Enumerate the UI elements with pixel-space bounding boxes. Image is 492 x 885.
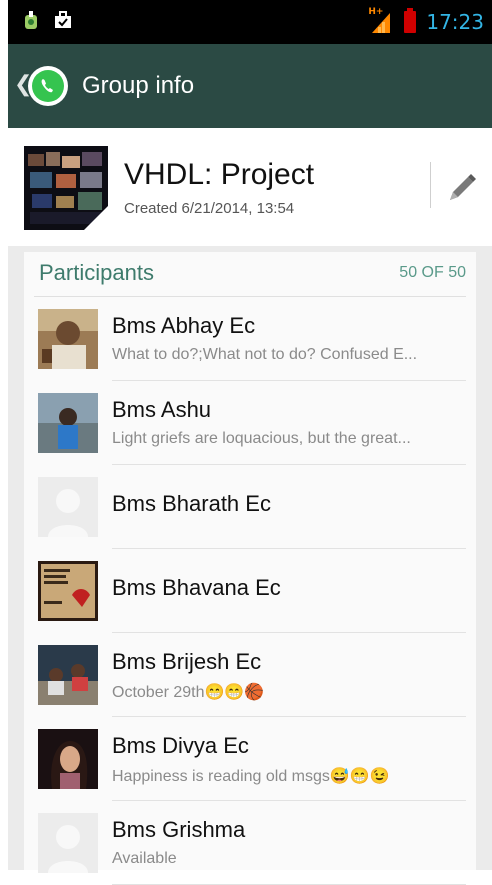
divider: [430, 162, 431, 208]
avatar[interactable]: [38, 561, 98, 621]
download-icon: [25, 11, 37, 29]
group-name: VHDL: Project: [124, 158, 315, 191]
status-icons-left: [22, 10, 72, 30]
participant-name: Bms Abhay Ec: [112, 313, 256, 338]
battery-icon: [404, 8, 417, 33]
network-type-label: H+: [368, 7, 384, 17]
participant-status: Light griefs are loquacious, but the gre…: [112, 430, 411, 447]
list-item[interactable]: Bms Ashu Light griefs are loquacious, bu…: [24, 381, 476, 465]
avatar[interactable]: [38, 645, 98, 705]
avatar[interactable]: [38, 393, 98, 453]
participant-status: What to do?;What not to do? Confused E..…: [112, 346, 418, 363]
list-item[interactable]: Bms Divya Ec Happiness is reading old ms…: [24, 717, 476, 801]
participant-name: Bms Bhavana Ec: [112, 575, 281, 600]
whatsapp-logo[interactable]: [28, 66, 68, 106]
default-avatar-icon[interactable]: [38, 477, 98, 537]
group-photo[interactable]: [24, 146, 108, 230]
avatar[interactable]: [38, 309, 98, 369]
group-created-date: Created 6/21/2014, 13:54: [124, 200, 295, 217]
avatar[interactable]: [38, 729, 98, 789]
group-header: VHDL: Project Created 6/21/2014, 13:54: [8, 128, 492, 247]
status-icons-right: H+ 17:23: [368, 0, 484, 44]
list-item[interactable]: Bms Abhay Ec What to do?;What not to do?…: [24, 297, 476, 381]
participant-name: Bms Ashu: [112, 397, 212, 422]
list-item[interactable]: Bms Bhavana Ec: [24, 549, 476, 633]
signal-icon: H+: [368, 7, 394, 35]
pencil-icon[interactable]: [444, 170, 480, 206]
action-bar: ❮ Group info: [8, 44, 492, 128]
participants-count: 50 OF 50: [399, 264, 466, 281]
participants-title: Participants: [39, 260, 154, 285]
participants-card: Participants 50 OF 50 Bms Abhay Ec What …: [24, 252, 476, 885]
list-item[interactable]: Bms Bharath Ec: [24, 465, 476, 549]
participants-header: Participants 50 OF 50: [24, 252, 476, 296]
participant-name: Bms Brijesh Ec: [112, 649, 262, 674]
phone-icon: [41, 79, 53, 93]
participant-status: Available: [112, 850, 177, 867]
participant-status: October 29th😁😁🏀: [112, 684, 265, 701]
clock: 17:23: [426, 10, 484, 34]
page-title: Group info: [82, 72, 195, 99]
participant-name: Bms Bharath Ec: [112, 491, 271, 516]
participant-name: Bms Divya Ec: [112, 733, 249, 758]
participant-status: Happiness is reading old msgs😅😁😉: [112, 768, 390, 785]
default-avatar-icon[interactable]: [38, 813, 98, 873]
list-item[interactable]: Bms Grishma Available: [24, 801, 476, 885]
participant-name: Bms Grishma: [112, 817, 246, 842]
briefcase-icon: [55, 11, 71, 28]
status-bar: H+ 17:23: [8, 0, 492, 44]
list-item[interactable]: Bms Brijesh Ec October 29th😁😁🏀: [24, 633, 476, 717]
participants-list: Bms Abhay Ec What to do?;What not to do?…: [24, 297, 476, 885]
